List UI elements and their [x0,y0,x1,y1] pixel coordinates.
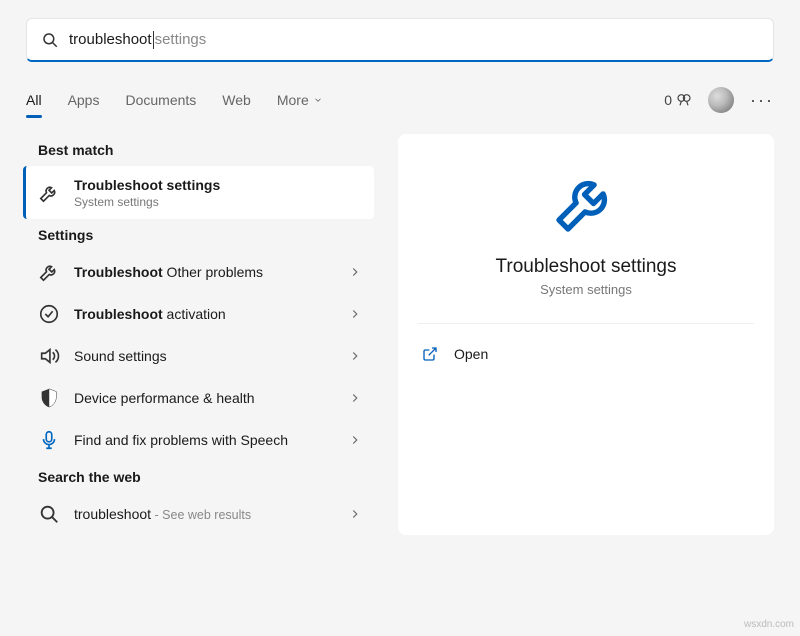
tabs-row: All Apps Documents Web More 0 ··· [26,80,774,120]
chevron-right-icon [348,433,362,447]
section-settings: Settings [26,219,374,251]
chevron-right-icon [348,391,362,405]
more-menu[interactable]: ··· [750,90,774,111]
result-web-search[interactable]: troubleshoot - See web results [26,493,374,535]
tab-apps[interactable]: Apps [68,84,100,116]
result-rest: activation [163,306,226,322]
panel-title: Troubleshoot settings [496,256,677,278]
tab-more-label: More [277,92,309,108]
result-title: Device performance & health [74,389,348,407]
tab-all[interactable]: All [26,84,42,116]
result-troubleshoot-other[interactable]: Troubleshoot Other problems [26,251,374,293]
result-title: troubleshoot [74,506,151,522]
open-action[interactable]: Open [418,338,754,370]
result-troubleshoot-activation[interactable]: Troubleshoot activation [26,293,374,335]
user-avatar[interactable] [708,87,734,113]
result-bold: Troubleshoot [74,264,163,280]
text-cursor [153,31,154,49]
open-label: Open [454,346,488,362]
microphone-icon [38,429,60,451]
chevron-right-icon [348,507,362,521]
search-typed: troubleshoot [69,31,152,48]
result-bold: Troubleshoot [74,306,163,322]
tab-web[interactable]: Web [222,84,251,116]
result-subtitle: - See web results [151,508,251,522]
wrench-icon [38,261,60,283]
divider [418,323,754,324]
detail-panel: Troubleshoot settings System settings Op… [398,134,774,535]
search-text: troubleshoot settings [69,31,759,49]
result-troubleshoot-settings[interactable]: Troubleshoot settings System settings [23,166,374,219]
tab-more[interactable]: More [277,84,323,116]
result-device-performance[interactable]: Device performance & health [26,377,374,419]
chevron-right-icon [348,349,362,363]
chevron-down-icon [313,95,323,105]
result-rest: Other problems [163,264,263,280]
points-value: 0 [664,92,672,108]
open-external-icon [422,346,438,362]
search-suggestion: settings [155,31,207,48]
result-title: Troubleshoot settings [74,177,220,193]
speaker-icon [38,345,60,367]
wrench-icon [550,166,622,238]
section-search-web: Search the web [26,461,374,493]
tab-documents[interactable]: Documents [125,84,196,116]
check-circle-icon [38,303,60,325]
result-speech-problems[interactable]: Find and fix problems with Speech [26,419,374,461]
panel-subtitle: System settings [540,282,632,297]
watermark: wsxdn.com [744,619,794,630]
section-best-match: Best match [26,134,374,166]
shield-icon [38,387,60,409]
results-list: Best match Troubleshoot settings System … [26,134,374,535]
chevron-right-icon [348,265,362,279]
result-title: Sound settings [74,347,348,365]
search-icon [38,503,60,525]
wrench-icon [38,182,60,204]
result-sound-settings[interactable]: Sound settings [26,335,374,377]
search-input[interactable]: troubleshoot settings [26,18,774,62]
rewards-points[interactable]: 0 [664,92,692,108]
medal-icon [676,92,692,108]
search-icon [41,31,59,49]
chevron-right-icon [348,307,362,321]
result-title: Find and fix problems with Speech [74,431,348,449]
result-subtitle: System settings [74,195,362,209]
